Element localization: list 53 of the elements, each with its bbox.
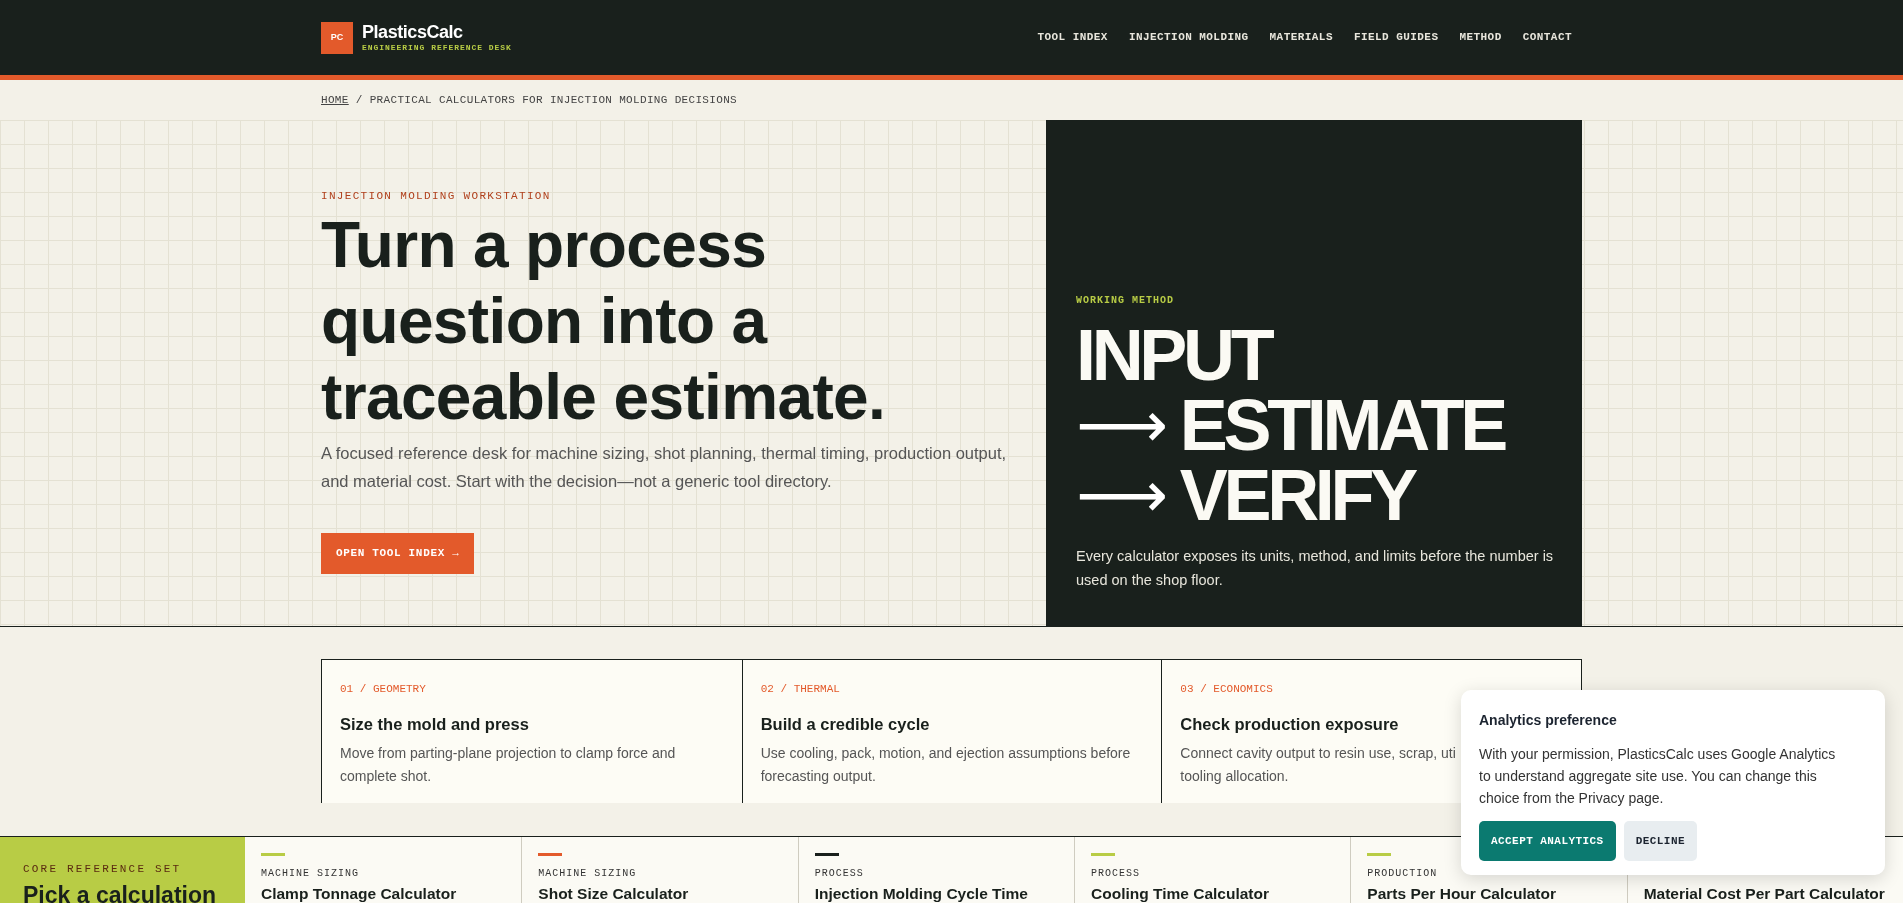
calculator-title: Material Cost Per Part Calculator	[1643, 885, 1886, 902]
method-note: Every calculator exposes its units, method, and limits before the number is used on the shop floor.	[1076, 547, 1555, 590]
consent-message: With your permission, PlasticsCalc uses Google Analytics to understand aggregate site use. You can change this choice from the Privacy page.	[1479, 745, 1837, 808]
calculator-card[interactable]: MACHINE SIZING Shot Size Calculator	[521, 837, 798, 903]
card-description: Connect cavity output to resin use, scrap, uti tooling allocation.	[1180, 744, 1456, 787]
brand-name[interactable]: PlasticsCalc	[362, 21, 512, 42]
method-step: INPUT	[1076, 319, 1271, 391]
calculator-category: PROCESS	[814, 868, 865, 880]
card-description: Move from parting-plane projection to clamp force and complete shot.	[340, 744, 676, 787]
brand-tagline: ENGINEERING REFERENCE DESK	[362, 41, 512, 54]
card-kicker: 03 / ECONOMICS	[1180, 682, 1274, 697]
method-step: VERIFY	[1179, 459, 1414, 531]
decline-button[interactable]: DECLINE	[1623, 821, 1697, 861]
method-step: ESTIMATE	[1179, 389, 1504, 461]
consent-title: Analytics preference	[1479, 711, 1618, 730]
calculator-title: Parts Per Hour Calculator	[1367, 885, 1557, 902]
accept-analytics-button[interactable]: ACCEPT ANALYTICS	[1479, 821, 1616, 861]
card-kicker: 02 / THERMAL	[760, 682, 841, 697]
card-title: Check production exposure	[1180, 713, 1399, 735]
reference-set-eyebrow: CORE REFERENCE SET	[23, 862, 183, 877]
nav-link[interactable]: CONTACT	[1522, 29, 1572, 46]
arrow-glyph: ⟶	[1076, 393, 1168, 457]
nav-link[interactable]: MATERIALS	[1269, 29, 1333, 46]
logo-mark[interactable]: PC	[321, 21, 353, 54]
nav-link[interactable]: INJECTION MOLDING	[1128, 29, 1249, 46]
hero-headline: Turn a process question into a traceable estimate.	[321, 207, 887, 435]
card-kicker: 01 / GEOMETRY	[340, 682, 427, 697]
calculator-category: PRODUCTION	[1367, 868, 1439, 880]
calculator-title: Shot Size Calculator	[538, 885, 690, 902]
nav-link[interactable]: TOOL INDEX	[1037, 29, 1108, 46]
hero-eyebrow: INJECTION MOLDING WORKSTATION	[321, 189, 552, 204]
method-eyebrow: WORKING METHOD	[1076, 294, 1175, 308]
calculator-title: Clamp Tonnage Calculator	[261, 885, 458, 902]
card-title: Size the mold and press	[340, 713, 529, 735]
nav-link[interactable]: METHOD	[1459, 29, 1502, 46]
nav-link[interactable]: FIELD GUIDES	[1353, 29, 1439, 46]
calculator-title: Cooling Time Calculator	[1091, 885, 1270, 902]
calculator-card[interactable]: PROCESS Cooling Time Calculator	[1074, 837, 1351, 903]
card-description: Use cooling, pack, motion, and ejection assumptions before forecasting output.	[760, 744, 1131, 787]
calculator-category: MACHINE SIZING	[261, 868, 360, 880]
calculator-card[interactable]: MACHINE SIZING Clamp Tonnage Calculator	[245, 837, 522, 903]
breadcrumb-home-link[interactable]: HOME	[321, 91, 349, 109]
card-title: Build a credible cycle	[760, 713, 930, 735]
calculator-card[interactable]: PROCESS Injection Molding Cycle Time	[797, 837, 1074, 903]
reference-set-title: Pick a calculation	[23, 881, 218, 903]
calculator-category: PROCESS	[1091, 868, 1141, 880]
hero-lead-paragraph: A focused reference desk for machine sizing, shot planning, thermal timing, production output, and material cost. Start with the decision—not a generic tool directory.	[321, 442, 1008, 492]
breadcrumb-separator: /	[355, 92, 363, 108]
calculator-category: MACHINE SIZING	[538, 868, 638, 880]
breadcrumb-current: PRACTICAL CALCULATORS FOR INJECTION MOLDING DECISIONS	[369, 92, 738, 108]
open-tool-index-button[interactable]: OPEN TOOL INDEX →	[321, 532, 475, 574]
calculator-title: Injection Molding Cycle Time	[814, 885, 1029, 902]
arrow-glyph: ⟶	[1076, 463, 1168, 527]
